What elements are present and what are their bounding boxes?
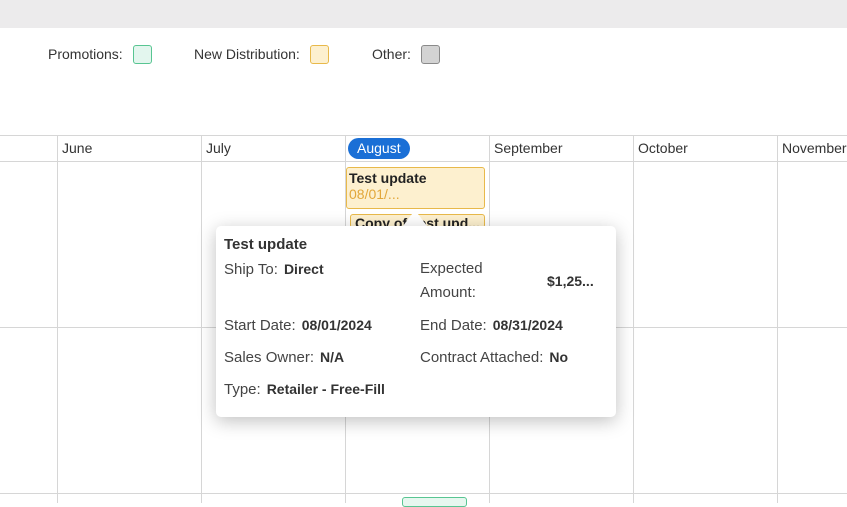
popover-title: Test update <box>224 236 308 253</box>
ship-to-value: Direct <box>283 261 324 277</box>
type-value: Retailer - Free-Fill <box>266 381 385 397</box>
legend-item-other: Other: <box>372 43 440 65</box>
legend-item-promotions: Promotions: <box>48 43 152 65</box>
legend: Promotions: New Distribution: Other: <box>0 43 847 65</box>
contract-attached-label: Contract Attached: <box>420 349 544 366</box>
type-field: Type: Retailer - Free-Fill <box>224 381 385 398</box>
month-header-august-current[interactable]: August <box>348 138 410 159</box>
promotions-swatch <box>132 44 152 64</box>
column-divider <box>777 136 778 503</box>
header-row-divider <box>0 161 847 162</box>
month-header-july[interactable]: July <box>206 140 231 156</box>
column-divider <box>633 136 634 503</box>
expected-amount-value: $1,25... <box>547 273 594 289</box>
month-header-june[interactable]: June <box>62 140 92 156</box>
event-card-test-update[interactable]: Test update 08/01/... <box>346 167 485 209</box>
month-header-october[interactable]: October <box>638 140 688 156</box>
legend-item-new-distribution: New Distribution: <box>194 43 329 65</box>
end-date-value: 08/31/2024 <box>492 317 563 333</box>
column-divider <box>201 136 202 503</box>
popover-arrow <box>403 210 427 226</box>
row-divider <box>0 493 847 494</box>
legend-label-promotions: Promotions: <box>48 46 123 62</box>
top-toolbar <box>0 0 847 28</box>
start-date-value: 08/01/2024 <box>301 317 372 333</box>
sales-owner-field: Sales Owner: N/A <box>224 349 344 366</box>
new-distribution-swatch <box>309 44 329 64</box>
event-title: Test update <box>349 170 427 186</box>
contract-attached-field: Contract Attached: No <box>420 349 568 366</box>
contract-attached-value: No <box>549 349 569 365</box>
start-date-field: Start Date: 08/01/2024 <box>224 317 372 334</box>
expected-amount-label: Expected Amount: <box>420 260 483 301</box>
legend-label-new-distribution: New Distribution: <box>194 46 300 62</box>
column-divider <box>57 136 58 503</box>
sales-owner-value: N/A <box>320 349 345 365</box>
other-swatch <box>420 44 440 64</box>
end-date-field: End Date: 08/31/2024 <box>420 317 563 334</box>
type-label: Type: <box>224 381 261 398</box>
sales-owner-label: Sales Owner: <box>224 349 315 366</box>
ship-to-field: Ship To: Direct <box>224 261 324 278</box>
event-card-promotion[interactable] <box>402 497 467 507</box>
month-header-november[interactable]: November <box>782 140 847 156</box>
event-details-popover: Test update Ship To: Direct Expected Amou… <box>216 226 616 417</box>
month-header-september[interactable]: September <box>494 140 562 156</box>
event-date: 08/01/... <box>349 186 400 202</box>
legend-label-other: Other: <box>372 46 411 62</box>
end-date-label: End Date: <box>420 317 487 334</box>
start-date-label: Start Date: <box>224 317 296 334</box>
ship-to-label: Ship To: <box>224 261 278 278</box>
